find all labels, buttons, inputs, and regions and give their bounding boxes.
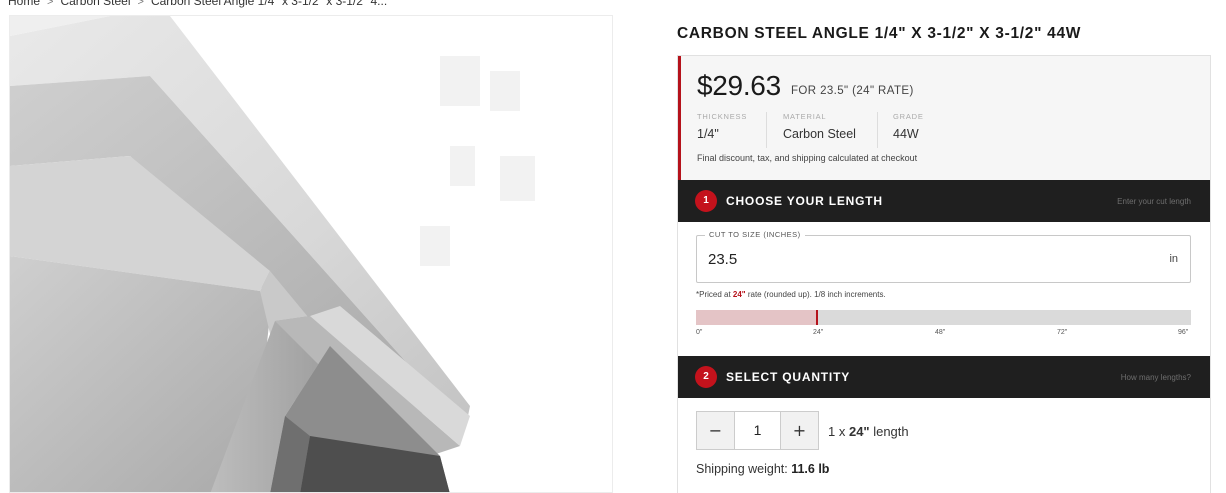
length-slider[interactable] xyxy=(696,310,1191,325)
slider-tick-72: 72" xyxy=(1057,329,1068,336)
price: $29.63 xyxy=(697,70,781,101)
spec-value: Carbon Steel xyxy=(783,127,856,141)
shipping-weight-value: 11.6 lb xyxy=(791,462,830,476)
spec-value: 44W xyxy=(893,127,919,141)
pricing-note: *Priced at 24" rate (rounded up). 1/8 in… xyxy=(696,290,886,299)
step-choose-length-header: 1 CHOOSE YOUR LENGTH Enter your cut leng… xyxy=(678,180,1210,222)
spec-label: GRADE xyxy=(893,112,924,121)
slider-tick-96: 96" xyxy=(1178,329,1189,336)
steel-angle-image xyxy=(10,16,612,492)
divider xyxy=(766,112,767,148)
quantity-desc-suffix: length xyxy=(869,424,909,439)
pricing-note-prefix: *Priced at xyxy=(696,290,733,299)
breadcrumb: Home > Carbon Steel > Carbon Steel Angle 1/4… xyxy=(8,0,387,8)
increase-quantity-button[interactable]: + xyxy=(780,412,818,449)
divider xyxy=(877,112,878,148)
product-image[interactable] xyxy=(9,15,613,493)
chevron-right-icon: > xyxy=(47,0,54,8)
cut-length-input[interactable] xyxy=(708,248,1128,270)
step-hint: Enter your cut length xyxy=(1117,197,1191,206)
pricing-note-rate: 24" xyxy=(732,290,746,299)
quantity-stepper: − 1 + xyxy=(696,411,819,450)
chevron-right-icon: > xyxy=(137,0,144,8)
cut-length-field: CUT TO SIZE (INCHES) in xyxy=(696,230,1191,283)
quantity-description: 1 x 24" length xyxy=(828,424,909,439)
spec-material: MATERIAL Carbon Steel xyxy=(783,112,856,148)
spec-label: THICKNESS xyxy=(697,112,748,121)
price-note: FOR 23.5" (24" RATE) xyxy=(791,85,914,97)
product-panel: $29.63 FOR 23.5" (24" RATE) THICKNESS 1/… xyxy=(677,55,1211,493)
shipping-weight: Shipping weight: 11.6 lb xyxy=(696,462,829,476)
step-select-quantity-header: 2 SELECT QUANTITY How many lengths? xyxy=(678,356,1210,398)
quantity-desc-length: 24" xyxy=(848,424,870,439)
price-block: $29.63 FOR 23.5" (24" RATE) THICKNESS 1/… xyxy=(678,56,1210,180)
spec-thickness: THICKNESS 1/4" xyxy=(697,112,747,148)
step-number-badge: 2 xyxy=(695,366,717,388)
pricing-note-suffix: rate (rounded up). 1/8 inch increments. xyxy=(745,290,886,299)
step-title: SELECT QUANTITY xyxy=(726,370,851,384)
spec-value: 1/4" xyxy=(697,127,719,141)
slider-tick-24: 24" xyxy=(813,329,824,336)
checkout-note: Final discount, tax, and shipping calcul… xyxy=(697,153,918,163)
slider-tick-0: 0" xyxy=(696,329,703,336)
breadcrumb-category-link[interactable]: Carbon Steel xyxy=(60,0,130,8)
breadcrumb-home-link[interactable]: Home xyxy=(8,0,40,8)
slider-fill xyxy=(696,310,817,325)
step-hint: How many lengths? xyxy=(1120,373,1191,382)
breadcrumb-current: Carbon Steel Angle 1/4" x 3-1/2" x 3-1/2… xyxy=(150,0,388,8)
spec-grade: GRADE 44W xyxy=(893,112,924,148)
shipping-weight-label: Shipping weight: xyxy=(696,462,792,476)
quantity-desc-prefix: 1 x xyxy=(828,424,849,439)
slider-tick-48: 48" xyxy=(935,329,946,336)
cut-length-label: CUT TO SIZE (INCHES) xyxy=(705,230,805,239)
product-title: CARBON STEEL ANGLE 1/4" X 3-1/2" X 3-1/2… xyxy=(677,25,1082,42)
spec-label: MATERIAL xyxy=(783,112,827,121)
slider-handle[interactable] xyxy=(816,310,818,325)
unit-label: in xyxy=(1169,253,1178,265)
step-title: CHOOSE YOUR LENGTH xyxy=(726,194,883,208)
decrease-quantity-button[interactable]: − xyxy=(697,412,735,449)
quantity-input[interactable]: 1 xyxy=(735,412,780,449)
step-number-badge: 1 xyxy=(695,190,717,212)
